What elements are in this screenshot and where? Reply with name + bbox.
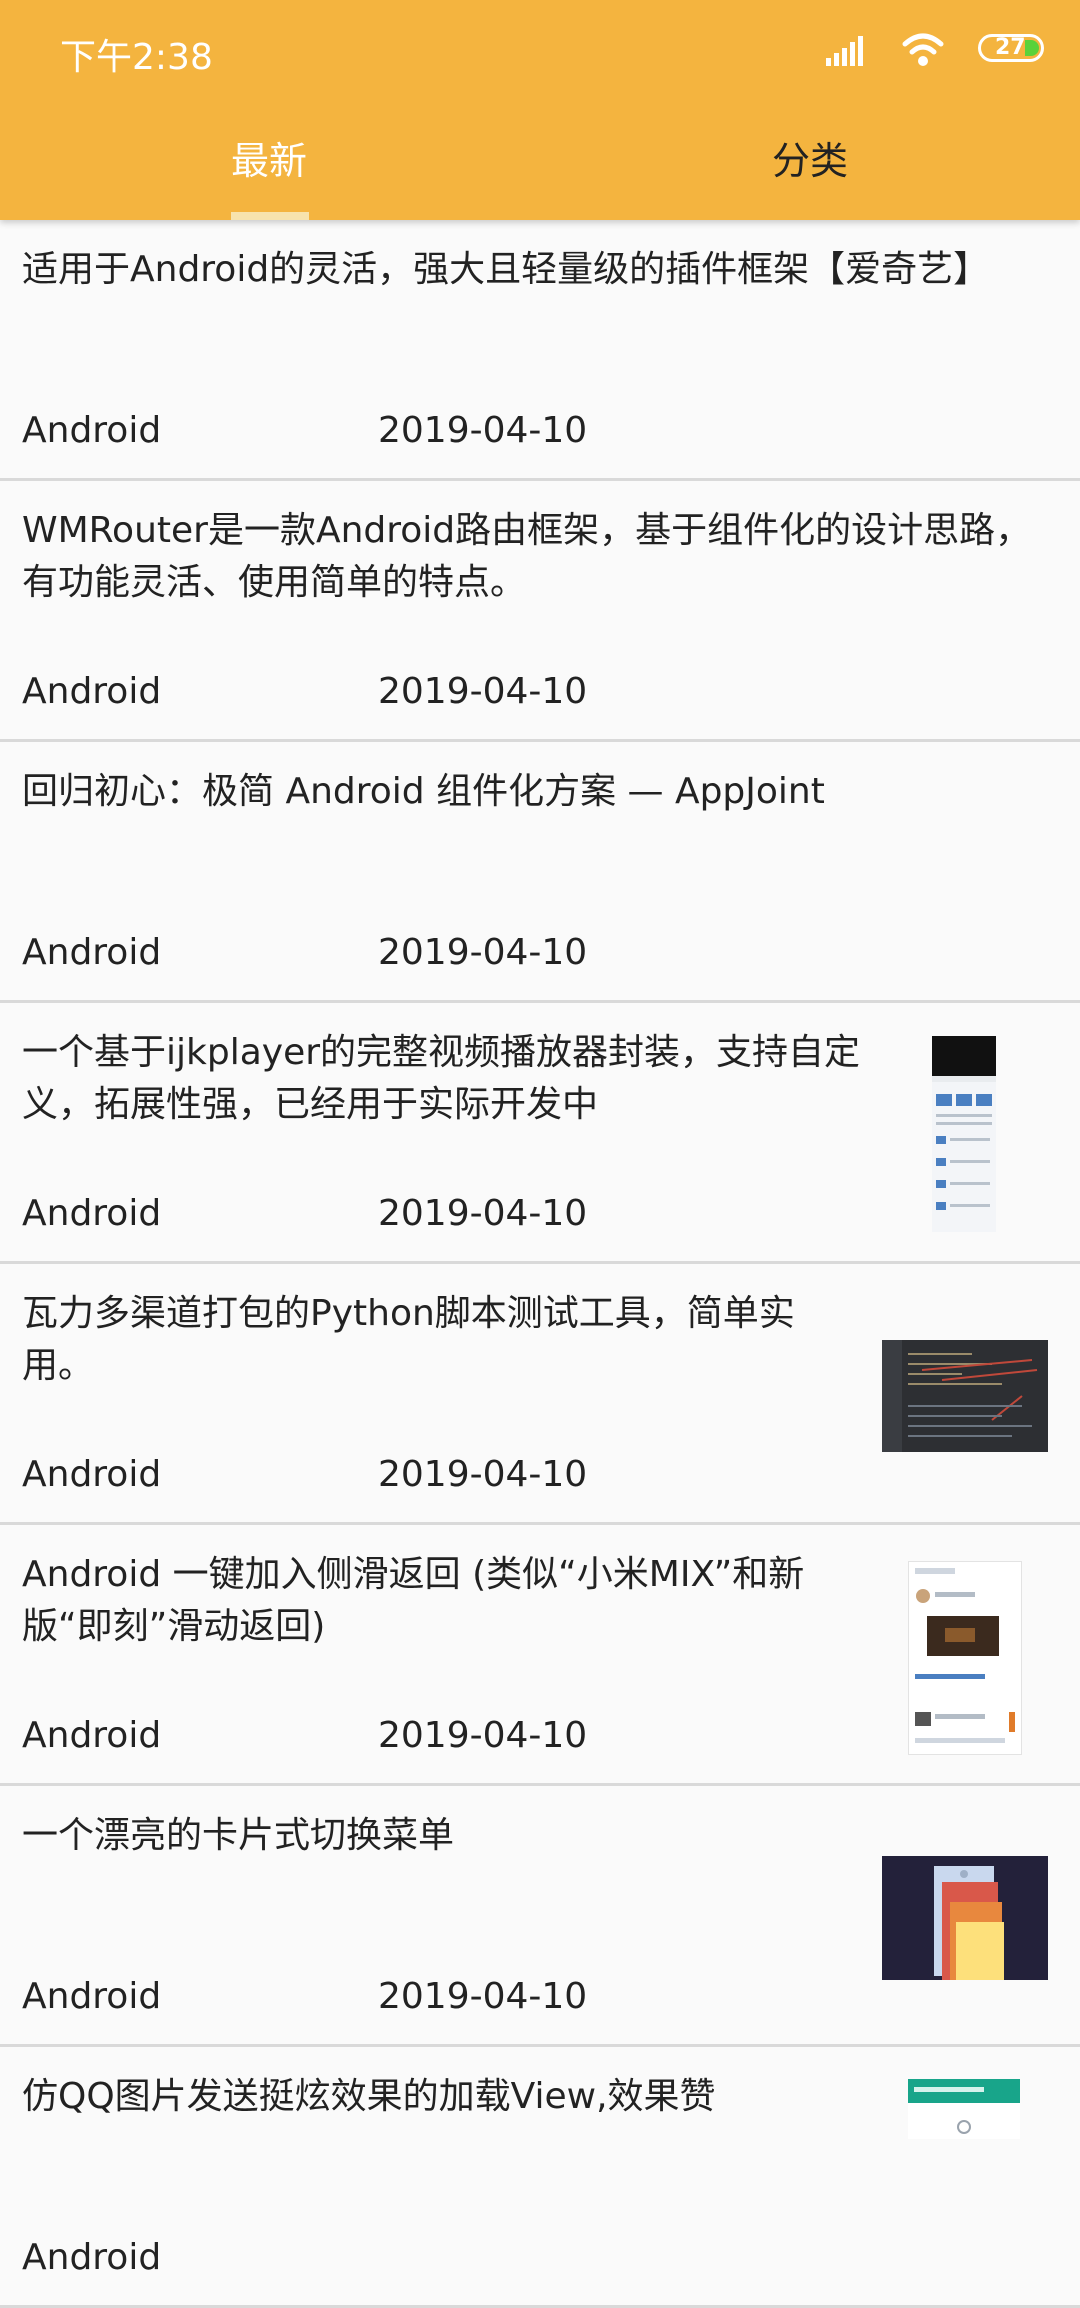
tab-latest[interactable]: 最新	[231, 130, 307, 185]
phone-screenshot-icon	[932, 1036, 996, 1210]
card-menu-icon	[934, 1866, 1004, 1980]
wifi-icon	[902, 33, 944, 66]
list-item[interactable]: WMRouter是一款Android路由框架，基于组件化的设计思路，有功能灵活、…	[0, 481, 1080, 742]
app-bar: 下午2:38 27 最新 分类	[0, 0, 1080, 220]
tab-category[interactable]: 分类	[772, 130, 848, 185]
article-category: Android	[22, 1715, 162, 1756]
article-title: 适用于Android的灵活，强大且轻量级的插件框架【爱奇艺】	[22, 249, 990, 290]
list-item[interactable]: 回归初心：极简 Android 组件化方案 — AppJoint Android…	[0, 742, 1080, 1003]
article-date: 2019-04-10	[378, 1193, 588, 1234]
article-date: 2019-04-10	[378, 410, 588, 451]
article-title: 一个漂亮的卡片式切换菜单	[22, 1815, 455, 1856]
article-list[interactable]: 适用于Android的灵活，强大且轻量级的插件框架【爱奇艺】 Android 2…	[0, 220, 1080, 2308]
signal-icon	[826, 36, 863, 66]
app-feed-icon	[915, 1568, 1015, 1743]
article-title: Android 一键加入侧滑返回 (类似“小米MIX”和新版“即刻”滑动返回)	[22, 1554, 805, 1647]
battery-icon: 27	[978, 34, 1044, 62]
article-thumbnail[interactable]	[908, 2079, 1020, 2139]
status-time: 下午2:38	[60, 37, 213, 78]
article-thumbnail[interactable]	[882, 1340, 1048, 1452]
article-title: 一个基于ijkplayer的完整视频播放器封装，支持自定义，拓展性强，已经用于实…	[22, 1032, 861, 1125]
loading-view-icon	[908, 2079, 1020, 2134]
article-thumbnail[interactable]	[908, 1561, 1022, 1755]
article-date: 2019-04-10	[378, 671, 588, 712]
article-category: Android	[22, 1193, 162, 1234]
article-category: Android	[22, 1454, 162, 1495]
article-date: 2019-04-10	[378, 1715, 588, 1756]
list-item[interactable]: 一个基于ijkplayer的完整视频播放器封装，支持自定义，拓展性强，已经用于实…	[0, 1003, 1080, 1264]
article-category: Android	[22, 2237, 162, 2278]
article-date: 2019-04-10	[378, 1976, 588, 2017]
article-category: Android	[22, 932, 162, 973]
list-item[interactable]: 适用于Android的灵活，强大且轻量级的插件框架【爱奇艺】 Android 2…	[0, 220, 1080, 481]
code-editor-icon	[882, 1340, 1038, 1452]
list-item[interactable]: 仿QQ图片发送挺炫效果的加载View,效果赞 Android	[0, 2047, 1080, 2308]
article-title: 回归初心：极简 Android 组件化方案 — AppJoint	[22, 771, 825, 812]
article-date: 2019-04-10	[378, 1454, 588, 1495]
article-thumbnail[interactable]	[882, 1856, 1048, 1980]
battery-fill	[1025, 40, 1039, 56]
list-item[interactable]: Android 一键加入侧滑返回 (类似“小米MIX”和新版“即刻”滑动返回) …	[0, 1525, 1080, 1786]
article-category: Android	[22, 410, 162, 451]
article-category: Android	[22, 1976, 162, 2017]
article-title: 仿QQ图片发送挺炫效果的加载View,效果赞	[22, 2076, 716, 2117]
article-category: Android	[22, 671, 162, 712]
list-item[interactable]: 一个漂亮的卡片式切换菜单 Android 2019-04-10	[0, 1786, 1080, 2047]
article-thumbnail[interactable]	[932, 1036, 996, 1232]
article-date: 2019-04-10	[378, 932, 588, 973]
article-title: WMRouter是一款Android路由框架，基于组件化的设计思路，有功能灵活、…	[22, 510, 1032, 603]
tab-indicator	[231, 212, 309, 220]
article-title: 瓦力多渠道打包的Python脚本测试工具，简单实用。	[22, 1293, 795, 1386]
list-item[interactable]: 瓦力多渠道打包的Python脚本测试工具，简单实用。 Android 2019-…	[0, 1264, 1080, 1525]
battery-level: 27	[995, 35, 1026, 60]
